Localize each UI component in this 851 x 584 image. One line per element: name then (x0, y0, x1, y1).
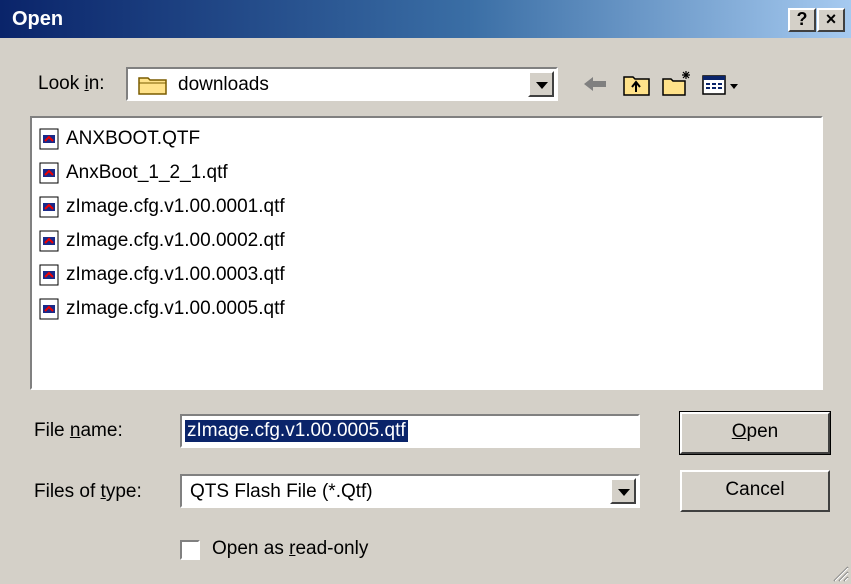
help-button[interactable]: ? (788, 8, 816, 32)
file-item[interactable]: ANXBOOT.QTF (38, 124, 200, 154)
back-arrow-icon[interactable] (578, 68, 612, 100)
read-only-label[interactable]: Open as read-only (212, 538, 368, 560)
files-of-type-combo[interactable]: QTS Flash File (*.Qtf) (180, 474, 640, 508)
file-item[interactable]: zImage.cfg.v1.00.0003.qtf (38, 260, 285, 290)
file-name: zImage.cfg.v1.00.0001.qtf (66, 196, 285, 217)
file-icon (39, 264, 59, 286)
files-of-type-dropdown-button[interactable] (610, 478, 636, 504)
files-of-type-label-part: Files of (34, 481, 101, 502)
file-name: zImage.cfg.v1.00.0003.qtf (66, 264, 285, 285)
window-title: Open (12, 8, 64, 30)
files-of-type-label-part: ype: (105, 481, 142, 502)
files-of-type-value: QTS Flash File (*.Qtf) (190, 481, 373, 502)
view-menu-icon[interactable] (700, 68, 742, 100)
file-item[interactable]: zImage.cfg.v1.00.0001.qtf (38, 192, 285, 222)
open-dialog: Open ? × Look in: downloads ANXBOOT.QTF (0, 0, 851, 584)
title-bar[interactable]: Open ? × (0, 0, 851, 38)
file-icon (39, 162, 59, 184)
file-name: AnxBoot_1_2_1.qtf (66, 162, 228, 183)
file-name-label-accel: n (69, 420, 81, 441)
files-of-type-label: Files of type: (34, 481, 142, 503)
look-in-label-part: Look (38, 73, 85, 94)
read-only-checkbox[interactable] (180, 540, 200, 560)
look-in-label: Look in: (38, 73, 105, 95)
file-item[interactable]: zImage.cfg.v1.00.0005.qtf (38, 294, 285, 324)
new-folder-icon[interactable] (660, 68, 694, 100)
up-one-level-icon[interactable] (620, 68, 654, 100)
file-icon (39, 298, 59, 320)
look-in-value: downloads (178, 74, 269, 95)
file-icon (39, 196, 59, 218)
file-list[interactable]: ANXBOOT.QTF AnxBoot_1_2_1.qtf zImage.cfg… (30, 116, 823, 390)
read-only-label-part: Open as (212, 538, 290, 559)
open-button-accel: O (731, 421, 747, 442)
look-in-dropdown-button[interactable] (528, 71, 554, 97)
file-item[interactable]: zImage.cfg.v1.00.0002.qtf (38, 226, 285, 256)
close-button[interactable]: × (817, 8, 845, 32)
file-name: zImage.cfg.v1.00.0005.qtf (66, 298, 285, 319)
file-name-input[interactable]: zImage.cfg.v1.00.0005.qtf (180, 414, 640, 448)
resize-grip-icon[interactable] (831, 564, 849, 582)
file-icon (39, 230, 59, 252)
file-name: ANXBOOT.QTF (66, 128, 201, 149)
folder-icon (138, 77, 167, 95)
file-name: zImage.cfg.v1.00.0002.qtf (66, 230, 285, 251)
file-item[interactable]: AnxBoot_1_2_1.qtf (38, 158, 228, 188)
file-name-label: File name: (34, 420, 123, 442)
file-name-value: zImage.cfg.v1.00.0005.qtf (185, 420, 408, 442)
cancel-button[interactable]: Cancel (680, 470, 830, 512)
open-button[interactable]: Open (679, 411, 831, 455)
look-in-combo[interactable]: downloads (126, 67, 558, 101)
file-icon (39, 128, 59, 150)
open-button-label: pen (746, 421, 779, 442)
look-in-label-part: n: (88, 73, 105, 94)
file-name-label-part: ame: (80, 420, 123, 441)
read-only-label-part: ead-only (295, 538, 369, 559)
file-name-label-part: File (34, 420, 70, 441)
